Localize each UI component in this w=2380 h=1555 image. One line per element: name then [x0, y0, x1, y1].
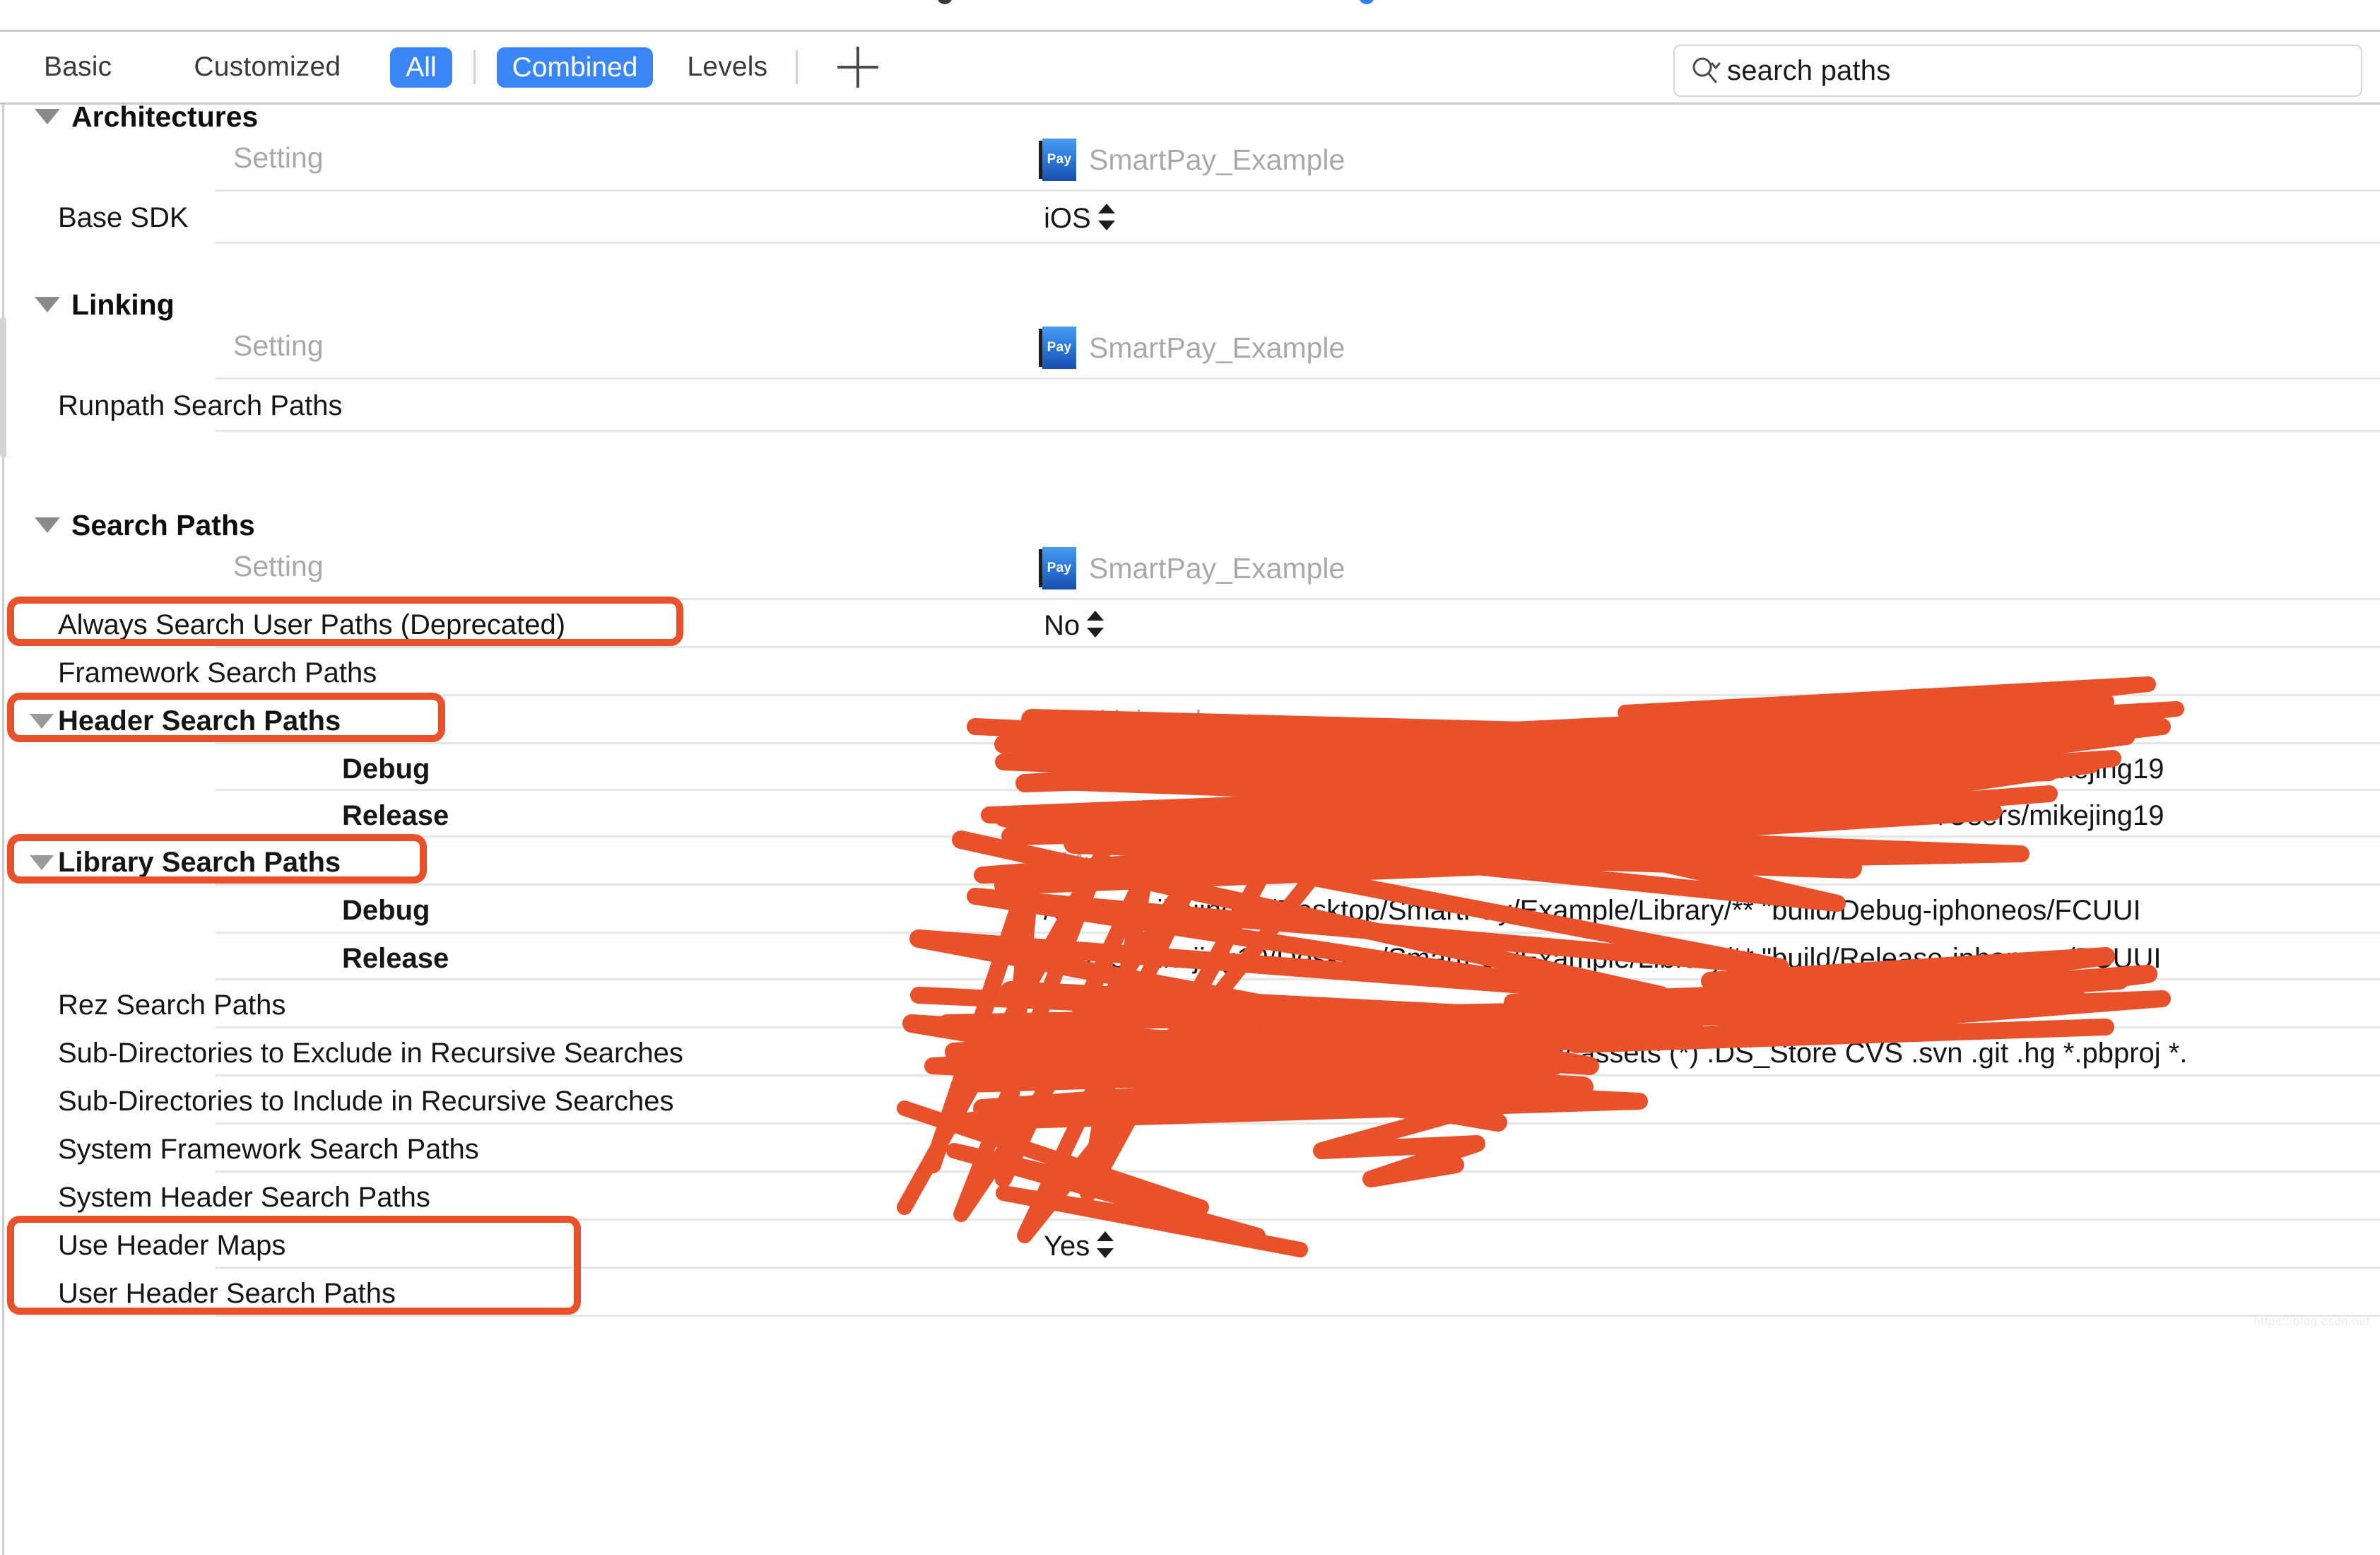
setting-name: Runpath Search Paths: [58, 390, 342, 422]
configuration-name: Release: [342, 943, 449, 975]
setting-name: Framework Search Paths: [58, 657, 377, 689]
tab-all[interactable]: All: [390, 47, 452, 88]
configuration-name: Debug: [342, 895, 430, 927]
column-header-setting: Setting: [233, 141, 324, 175]
setting-name: Rez Search Paths: [58, 990, 285, 1021]
setting-value[interactable]: No: [1044, 609, 1104, 642]
column-header-row-search-paths: Setting Pay SmartPay_Example: [0, 544, 2380, 595]
row-separator: [216, 430, 2380, 432]
build-settings-toolbar: Basic Customized All Combined Levels sea…: [0, 30, 2380, 105]
setting-name: System Header Search Paths: [58, 1182, 430, 1214]
row-separator: [216, 646, 2380, 648]
table-row[interactable]: Runpath Search Paths: [0, 377, 2380, 431]
search-field[interactable]: search paths: [1673, 45, 2362, 97]
disclosure-triangle-icon[interactable]: [30, 855, 54, 870]
group-header-search-paths[interactable]: Search Paths: [0, 502, 2380, 548]
truncated-toolbar-glyph-blue: [1359, 0, 1374, 4]
configuration-name: Release: [342, 800, 449, 832]
row-separator: [216, 1170, 2380, 1173]
group-header-architectures[interactable]: Architectures: [0, 105, 2380, 140]
window-chrome-sliver: [0, 0, 2380, 30]
row-separator: [216, 694, 2380, 696]
configuration-name: Debug: [342, 753, 430, 785]
row-separator: [216, 598, 2380, 600]
column-header-setting: Setting: [233, 329, 324, 363]
build-settings-table[interactable]: Architectures Setting Pay SmartPay_Examp…: [0, 105, 2380, 1555]
setting-value[interactable]: /Users/mikejing19/Desktop/SmartPay/Examp…: [1044, 943, 2162, 975]
app-icon: Pay: [1042, 327, 1076, 369]
column-header-target: Pay SmartPay_Example: [1039, 139, 1345, 181]
row-separator: [216, 742, 2380, 744]
column-header-target: Pay SmartPay_Example: [1039, 327, 1345, 369]
setting-name: User Header Search Paths: [58, 1278, 396, 1310]
setting-value[interactable]: "/Users/mikejing19/Desktop/SmartPay/Exam…: [1044, 800, 2164, 832]
column-header-target-label: SmartPay_Example: [1089, 143, 1345, 177]
row-separator: [216, 1026, 2380, 1028]
row-separator: [216, 835, 2380, 838]
row-separator: [216, 1122, 2380, 1125]
column-header-setting: Setting: [233, 550, 324, 583]
setting-value[interactable]: <Multiple values>: [1044, 705, 1263, 737]
column-header-target: Pay SmartPay_Example: [1039, 547, 1345, 589]
table-row[interactable]: Base SDK iOS: [0, 189, 2380, 243]
stepper-icon[interactable]: [1098, 202, 1115, 232]
row-separator: [216, 1074, 2380, 1076]
row-separator: [216, 377, 2380, 380]
column-header-target-label: SmartPay_Example: [1089, 331, 1345, 365]
toolbar-divider-2: [796, 50, 798, 84]
setting-value[interactable]: Yes: [1044, 1230, 1114, 1262]
setting-name: Header Search Paths: [58, 705, 341, 737]
column-header-row-architectures: Setting Pay SmartPay_Example: [0, 136, 2380, 187]
row-separator: [216, 242, 2380, 244]
row-separator: [216, 1219, 2380, 1221]
tab-customized[interactable]: Customized: [187, 52, 348, 83]
setting-name: Sub-Directories to Exclude in Recursive …: [58, 1038, 683, 1069]
setting-value[interactable]: *.nib *.lproj *.framework *.gch *.xcode*…: [1044, 1038, 2187, 1069]
setting-name: Sub-Directories to Include in Recursive …: [58, 1086, 674, 1117]
group-title: Architectures: [71, 105, 258, 134]
search-icon: [1690, 55, 1721, 86]
stepper-icon[interactable]: [1087, 609, 1104, 639]
disclosure-triangle-icon[interactable]: [35, 297, 60, 312]
add-build-setting-button[interactable]: [837, 47, 878, 88]
row-separator: [216, 978, 2380, 980]
setting-value[interactable]: iOS: [1044, 202, 1115, 235]
row-separator: [216, 189, 2380, 192]
setting-name: Library Search Paths: [58, 847, 341, 879]
disclosure-triangle-icon[interactable]: [35, 517, 60, 533]
disclosure-triangle-icon[interactable]: [35, 109, 60, 124]
row-separator: [216, 789, 2380, 791]
row-separator: [216, 1267, 2380, 1269]
row-separator: [216, 884, 2380, 886]
disclosure-triangle-icon[interactable]: [30, 714, 54, 729]
tab-combined[interactable]: Combined: [497, 47, 654, 88]
setting-value[interactable]: <Multiple values>: [1044, 847, 1263, 879]
watermark: https://blog.csdn.net: [2254, 1315, 2370, 1329]
tab-levels[interactable]: Levels: [680, 52, 774, 83]
setting-name: Base SDK: [58, 202, 189, 234]
setting-name: Always Search User Paths (Deprecated): [58, 609, 565, 641]
toolbar-divider-1: [473, 50, 476, 84]
app-icon: Pay: [1042, 547, 1076, 589]
app-icon: Pay: [1042, 139, 1076, 181]
row-separator: [216, 1315, 2380, 1317]
group-title: Search Paths: [71, 509, 255, 542]
stepper-icon[interactable]: [1097, 1230, 1114, 1260]
setting-name: System Framework Search Paths: [58, 1134, 479, 1166]
setting-name: Use Header Maps: [58, 1230, 285, 1262]
row-separator: [216, 932, 2380, 934]
setting-value[interactable]: "/Users/mikejing19/Desktop/SmartPay/Exam…: [1044, 753, 2164, 785]
tab-basic[interactable]: Basic: [37, 52, 119, 83]
column-header-row-linking: Setting Pay SmartPay_Example: [0, 324, 2380, 375]
group-header-linking[interactable]: Linking: [0, 281, 2380, 328]
truncated-toolbar-glyph-dark: [937, 0, 953, 4]
group-title: Linking: [71, 288, 175, 322]
search-input-value[interactable]: search paths: [1727, 55, 1890, 87]
setting-value[interactable]: /Users/mikejing19/Desktop/SmartPay/Examp…: [1044, 895, 2141, 927]
column-header-target-label: SmartPay_Example: [1089, 552, 1345, 585]
